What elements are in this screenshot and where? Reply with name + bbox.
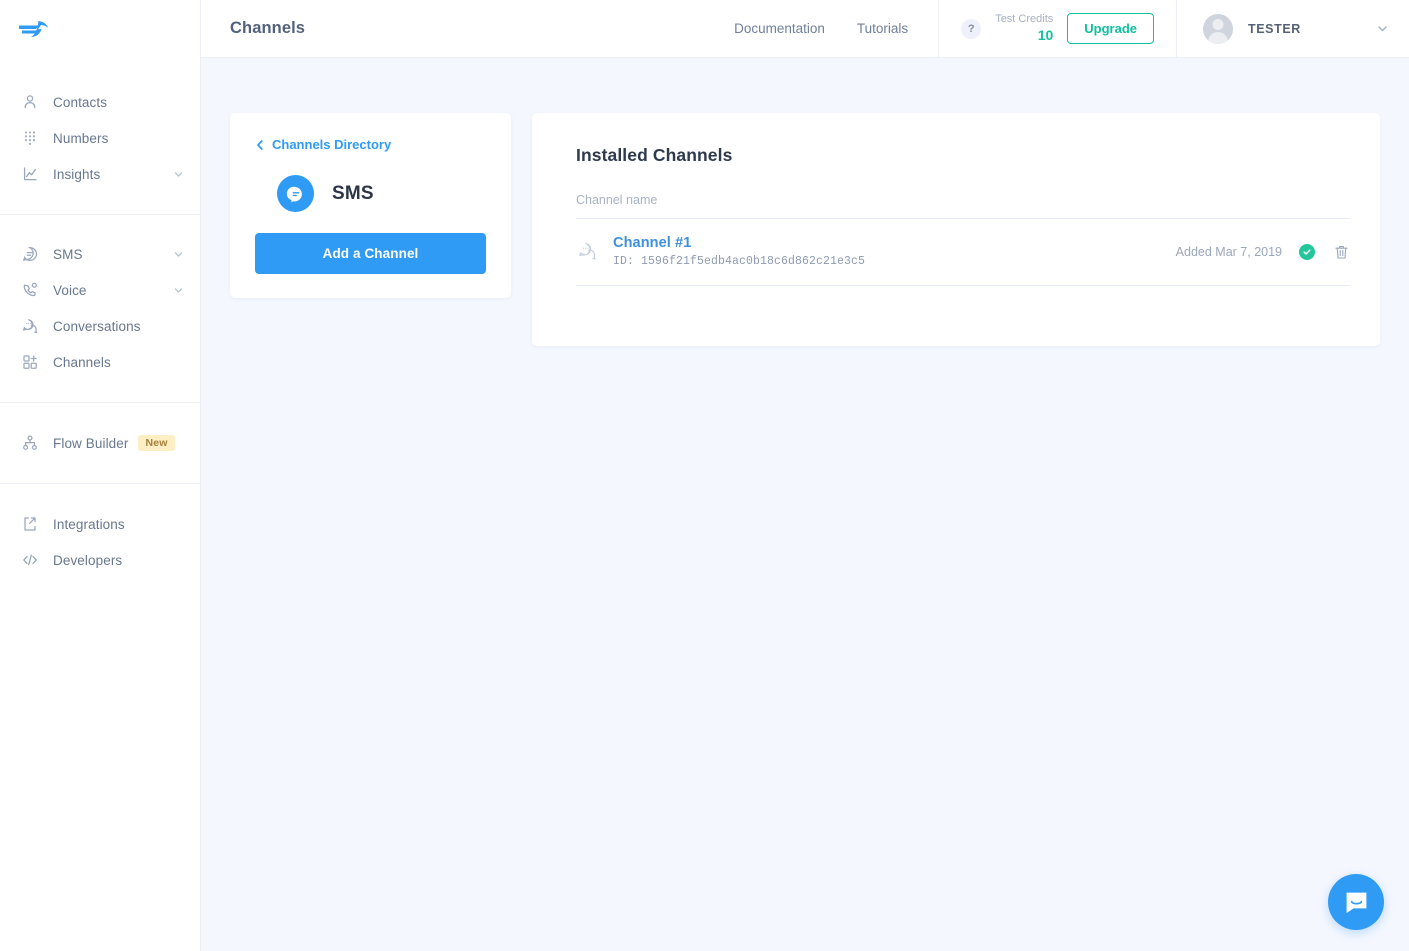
- table-row: Channel #1 ID: 1596f21f5edb4ac0b18c6d862…: [576, 219, 1350, 286]
- credits-value: 10: [1037, 26, 1054, 43]
- topbar-links: Documentation Tutorials: [734, 0, 938, 57]
- conversations-icon: [19, 315, 41, 337]
- added-date: Added Mar 7, 2019: [1175, 244, 1282, 259]
- top-bar: Channels Documentation Tutorials ? Test …: [201, 0, 1409, 58]
- sms-channel-icon: [277, 175, 314, 212]
- credits-label: Test Credits: [995, 12, 1054, 25]
- sidebar-item-conversations[interactable]: Conversations: [0, 308, 200, 344]
- sidebar-item-label: Integrations: [53, 516, 125, 532]
- upgrade-button[interactable]: Upgrade: [1067, 13, 1154, 44]
- sidebar-item-label: Insights: [53, 166, 101, 182]
- channel-link[interactable]: Channel #1: [613, 235, 865, 251]
- sidebar-group-dev: Integrations Developers: [0, 484, 200, 578]
- sidebar-item-label: Voice: [53, 282, 87, 298]
- sidebar-item-label: Developers: [53, 552, 123, 568]
- sms-icon: [19, 243, 41, 265]
- contacts-icon: [19, 91, 41, 113]
- sidebar-item-channels[interactable]: Channels: [0, 344, 200, 380]
- sidebar-item-label: Numbers: [53, 130, 109, 146]
- sidebar-item-developers[interactable]: Developers: [0, 542, 200, 578]
- sidebar-group-main: Contacts Numbers Insights: [0, 58, 200, 215]
- row-main: Channel #1 ID: 1596f21f5edb4ac0b18c6d862…: [613, 235, 865, 268]
- user-menu[interactable]: TESTER: [1177, 0, 1409, 57]
- chat-launcher-button[interactable]: [1328, 874, 1384, 930]
- link-tutorials[interactable]: Tutorials: [857, 21, 908, 36]
- row-actions: Added Mar 7, 2019: [1176, 243, 1350, 261]
- sidebar-item-label: Channels: [53, 354, 111, 370]
- sidebar-item-contacts[interactable]: Contacts: [0, 84, 200, 120]
- sidebar-item-numbers[interactable]: Numbers: [0, 120, 200, 156]
- user-name: TESTER: [1248, 21, 1301, 36]
- test-credits: Test Credits 10: [995, 13, 1053, 44]
- insights-icon: [19, 163, 41, 185]
- help-icon[interactable]: ?: [961, 18, 982, 39]
- sidebar-item-label: Conversations: [53, 318, 141, 334]
- add-channel-button[interactable]: Add a Channel: [255, 233, 486, 274]
- intercom-chat-icon: [1346, 892, 1366, 913]
- sidebar-item-label: Contacts: [53, 94, 108, 110]
- sidebar-group-messaging: SMS Voice Conversations Channels: [0, 215, 200, 403]
- developers-icon: [19, 549, 41, 571]
- channel-detail-card: Channels Directory SMS Add a Channel: [230, 113, 511, 298]
- sidebar-item-integrations[interactable]: Integrations: [0, 506, 200, 542]
- logo[interactable]: [0, 0, 200, 58]
- chevron-down-icon[interactable]: [173, 169, 184, 180]
- avatar: [1203, 13, 1233, 44]
- sidebar-item-flow-builder[interactable]: Flow Builder New: [0, 425, 200, 461]
- status-badge: [1299, 243, 1315, 260]
- new-badge: New: [138, 434, 175, 452]
- channel-id: ID: 1596f21f5edb4ac0b18c6d862c21e3c5: [613, 255, 866, 268]
- voice-icon: [19, 279, 41, 301]
- integrations-icon: [19, 513, 41, 535]
- delete-channel-button[interactable]: [1332, 243, 1350, 261]
- channels-icon: [19, 351, 41, 373]
- credits-area: ? Test Credits 10 Upgrade: [938, 0, 1177, 57]
- sidebar-item-label: Flow Builder: [53, 435, 129, 451]
- flow-builder-icon: [19, 432, 41, 454]
- back-to-directory-link[interactable]: Channels Directory: [255, 137, 486, 152]
- link-documentation[interactable]: Documentation: [734, 21, 825, 36]
- sidebar-item-insights[interactable]: Insights: [0, 156, 200, 192]
- main-area: Channels Documentation Tutorials ? Test …: [201, 0, 1409, 951]
- installed-channels-title: Installed Channels: [576, 145, 733, 165]
- table-column-header: Channel name: [576, 193, 1350, 219]
- sidebar: Contacts Numbers Insights SMS Voice Conv…: [0, 0, 210, 951]
- installed-channels-card: Installed Channels Channel name Channel …: [532, 113, 1380, 346]
- sidebar-item-sms[interactable]: SMS: [0, 236, 200, 272]
- app-root: Contacts Numbers Insights SMS Voice Conv…: [0, 0, 1409, 951]
- back-link-label: Channels Directory: [272, 137, 392, 152]
- numbers-icon: [19, 127, 41, 149]
- chevron-down-icon[interactable]: [1376, 22, 1389, 35]
- messagebird-logo-icon: [19, 21, 48, 37]
- channel-name: SMS: [332, 182, 374, 204]
- chevron-left-icon: [255, 139, 265, 151]
- sidebar-item-label: SMS: [53, 246, 83, 262]
- chevron-down-icon[interactable]: [173, 249, 184, 260]
- page-title: Channels: [230, 19, 306, 37]
- sidebar-item-voice[interactable]: Voice: [0, 272, 200, 308]
- sidebar-group-flow: Flow Builder New: [0, 403, 200, 484]
- channel-header: SMS: [255, 156, 486, 233]
- content-area: Channels Directory SMS Add a Channel Ins…: [201, 58, 1409, 951]
- conversations-icon: [576, 241, 598, 263]
- chevron-down-icon[interactable]: [173, 285, 184, 296]
